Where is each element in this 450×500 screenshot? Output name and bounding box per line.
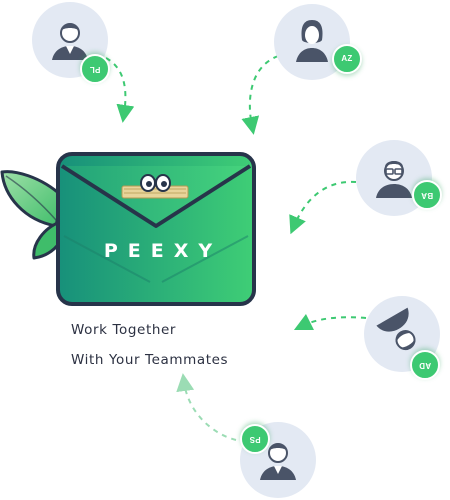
teammates-illustration: PEEXY Work Together With Your Teammates … xyxy=(0,0,450,500)
arrow-from-ps xyxy=(176,373,237,441)
teammate-badge-pl: PL xyxy=(80,54,110,84)
teammate-badge-ps: PS xyxy=(240,424,270,454)
leaf-decoration xyxy=(0,170,66,260)
teammate-badge-ba: BA xyxy=(412,180,442,210)
tagline-line-2: With Your Teammates xyxy=(71,352,229,368)
envelope-icon xyxy=(56,152,256,306)
arrow-from-ba xyxy=(289,180,357,235)
brand-name: PEEXY xyxy=(103,240,223,262)
teammate-badge-ad: AD xyxy=(410,350,440,380)
tagline-line-1: Work Together xyxy=(71,322,177,338)
teammate-badge-az: AZ xyxy=(332,44,362,74)
